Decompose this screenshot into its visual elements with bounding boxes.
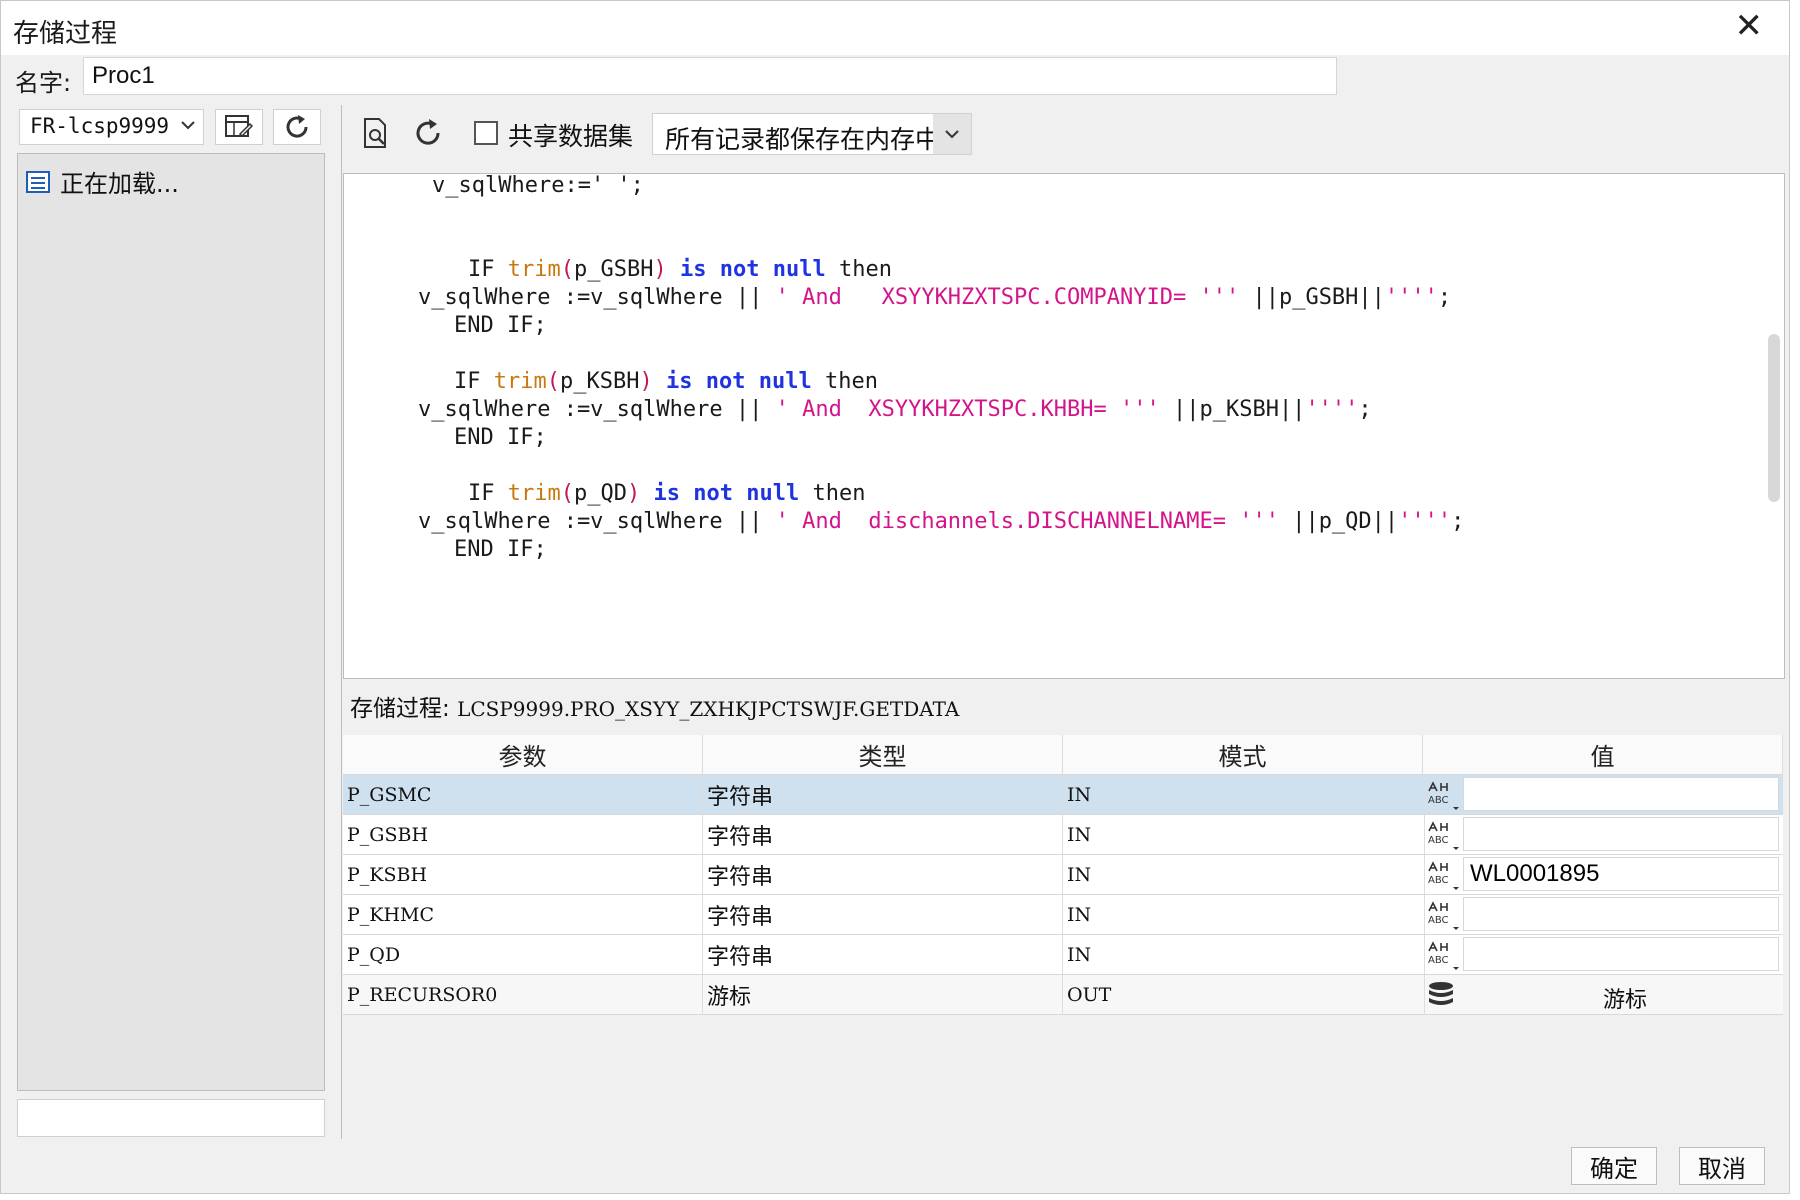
table-row[interactable]: P_GSBH 字符串 IN ABC: [343, 815, 1783, 855]
param-type: 字符串: [703, 775, 1063, 814]
chevron-down-icon: [179, 116, 197, 139]
procedure-name: LCSP9999.PRO_XSYY_ZXHKJPCTSWJF.GETDATA: [457, 697, 960, 721]
stored-procedure-dialog: 存储过程 ✕ 名字: FR-lcsp9999: [0, 0, 1790, 1194]
table-row[interactable]: P_KHMC 字符串 IN ABC: [343, 895, 1783, 935]
column-header-mode[interactable]: 模式: [1063, 735, 1423, 775]
abc-type-icon[interactable]: ABC: [1425, 897, 1461, 933]
preview-button[interactable]: [352, 115, 400, 151]
editor-scrollbar-thumb[interactable]: [1768, 334, 1780, 502]
list-icon: [26, 170, 50, 193]
param-value-input[interactable]: [1463, 817, 1779, 851]
tree-search-input[interactable]: [17, 1099, 325, 1137]
column-header-value[interactable]: 值: [1423, 735, 1783, 775]
param-name: P_KSBH: [343, 855, 703, 894]
left-panel: FR-lcsp9999 正在加载...: [15, 105, 325, 1137]
code-line: v_sqlWhere :=v_sqlWhere || ' And XSYYKHZ…: [418, 397, 1372, 422]
param-type: 字符串: [703, 935, 1063, 974]
chevron-down-icon: [933, 114, 971, 154]
param-name: P_QD: [343, 935, 703, 974]
param-value-input[interactable]: [1463, 937, 1779, 971]
preview-icon: [364, 118, 386, 148]
table-row[interactable]: P_QD 字符串 IN ABC: [343, 935, 1783, 975]
param-mode: IN: [1063, 895, 1425, 934]
code-line: IF trim(p_KSBH) is not null then: [454, 369, 878, 394]
param-name: P_GSMC: [343, 775, 703, 814]
name-input[interactable]: [83, 57, 1337, 95]
procedure-name-row: 存储过程: LCSP9999.PRO_XSYY_ZXHKJPCTSWJF.GET…: [350, 689, 959, 723]
column-header-param[interactable]: 参数: [343, 735, 703, 775]
table-row[interactable]: P_RECURSOR0 游标 OUT 游标: [343, 975, 1783, 1015]
share-dataset-label: 共享数据集: [508, 122, 634, 151]
param-type: 字符串: [703, 815, 1063, 854]
ok-button[interactable]: 确定: [1571, 1147, 1657, 1185]
code-line: END IF;: [454, 537, 547, 562]
right-panel: 共享数据集 所有记录都保存在内存中 v_sqlWhere:=' '; IF tr…: [341, 105, 1786, 1139]
param-mode: IN: [1063, 935, 1425, 974]
procedure-label: 存储过程:: [350, 696, 450, 722]
share-dataset-checkbox[interactable]: [474, 121, 498, 145]
editor-toolbar: 共享数据集 所有记录都保存在内存中: [342, 105, 1786, 171]
param-value-input[interactable]: [1463, 777, 1779, 811]
abc-type-icon[interactable]: ABC: [1425, 817, 1461, 853]
database-icon: [1425, 979, 1461, 1015]
abc-type-icon[interactable]: ABC: [1425, 777, 1461, 813]
param-value-input[interactable]: [1463, 897, 1779, 931]
svg-text:ABC: ABC: [1428, 915, 1449, 926]
param-name: P_GSBH: [343, 815, 703, 854]
cancel-button[interactable]: 取消: [1679, 1147, 1765, 1185]
code-line: v_sqlWhere:=' ';: [432, 173, 644, 198]
refresh-icon: [416, 119, 440, 145]
refresh-button[interactable]: [404, 115, 452, 151]
abc-type-icon[interactable]: ABC: [1425, 857, 1461, 893]
svg-text:ABC: ABC: [1428, 875, 1449, 886]
close-icon[interactable]: ✕: [1735, 9, 1764, 43]
abc-type-icon[interactable]: ABC: [1425, 937, 1461, 973]
svg-text:ABC: ABC: [1428, 795, 1449, 806]
title-bar: 存储过程 ✕: [1, 1, 1789, 55]
refresh-icon: [286, 115, 308, 138]
param-mode: IN: [1063, 775, 1425, 814]
svg-text:ABC: ABC: [1428, 955, 1449, 966]
tree-item-label: 正在加载...: [60, 170, 179, 198]
refresh-datasource-button[interactable]: [273, 109, 321, 145]
param-type: 字符串: [703, 855, 1063, 894]
code-line: END IF;: [454, 313, 547, 338]
param-mode: IN: [1063, 855, 1425, 894]
code-line: END IF;: [454, 425, 547, 450]
memory-mode-select[interactable]: 所有记录都保存在内存中: [652, 113, 972, 155]
param-mode: IN: [1063, 815, 1425, 854]
datasource-value: FR-lcsp9999: [30, 114, 170, 138]
param-name: P_KHMC: [343, 895, 703, 934]
code-line: v_sqlWhere :=v_sqlWhere || ' And XSYYKHZ…: [418, 285, 1452, 310]
procedure-tree[interactable]: 正在加载...: [17, 153, 325, 1091]
code-line: v_sqlWhere :=v_sqlWhere || ' And dischan…: [418, 509, 1465, 534]
dialog-title: 存储过程: [13, 19, 118, 49]
code-line: IF trim(p_GSBH) is not null then: [468, 257, 892, 282]
table-row[interactable]: P_GSMC 字符串 IN ABC: [343, 775, 1783, 815]
name-label: 名字:: [15, 69, 72, 97]
edit-table-icon: [225, 115, 254, 138]
param-mode: OUT: [1063, 975, 1425, 1014]
tree-item-loading: 正在加载...: [26, 164, 179, 199]
param-name: P_RECURSOR0: [343, 975, 703, 1014]
sql-editor[interactable]: v_sqlWhere:=' '; IF trim(p_GSBH) is not …: [343, 173, 1785, 679]
svg-text:ABC: ABC: [1428, 835, 1449, 846]
cursor-value: 游标: [1602, 987, 1647, 1013]
table-row[interactable]: P_KSBH 字符串 IN ABC WL0001895: [343, 855, 1783, 895]
edit-datasource-button[interactable]: [215, 109, 263, 145]
code-line: IF trim(p_QD) is not null then: [468, 481, 866, 506]
param-type: 游标: [703, 975, 1063, 1014]
param-type: 字符串: [703, 895, 1063, 934]
param-value-input[interactable]: WL0001895: [1463, 857, 1779, 891]
datasource-select[interactable]: FR-lcsp9999: [19, 109, 204, 145]
memory-mode-value: 所有记录都保存在内存中: [665, 125, 941, 154]
column-header-type[interactable]: 类型: [703, 735, 1063, 775]
